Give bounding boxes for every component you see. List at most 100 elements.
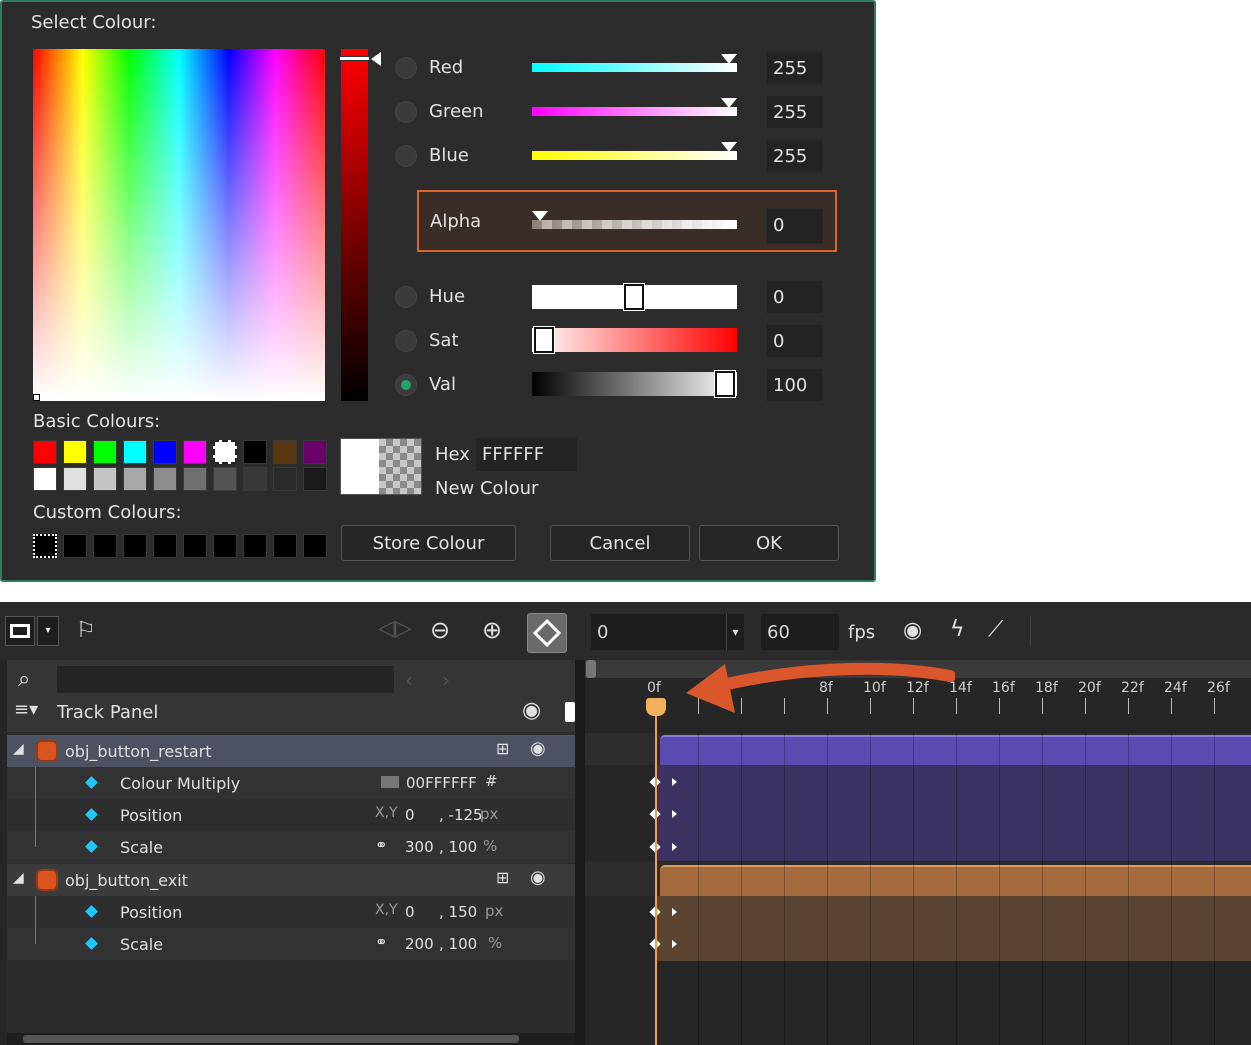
basic-colour-swatch[interactable] [63, 467, 87, 491]
basic-colour-swatch[interactable] [183, 440, 207, 464]
add-track-icon[interactable]: ⊞ [496, 868, 509, 887]
saturation-hue-field[interactable] [33, 49, 325, 401]
custom-colour-swatch[interactable] [63, 534, 87, 558]
remove-keyframe-icon[interactable]: ⊖ [430, 618, 450, 642]
radio-sat[interactable] [395, 330, 417, 352]
property-value-y[interactable]: , 150 [439, 903, 477, 921]
custom-colour-swatch[interactable] [303, 534, 327, 558]
property-value-x[interactable]: 0 [405, 903, 415, 921]
add-track-icon[interactable]: ⊞ [496, 739, 509, 758]
property-value-x[interactable]: 300 [405, 838, 434, 856]
radio-val[interactable] [395, 374, 417, 396]
curve-editor-icon[interactable]: ⟋ [988, 619, 1003, 641]
value-strip-handle[interactable] [339, 56, 370, 61]
property-value-y[interactable]: , -125 [439, 806, 483, 824]
input-alpha[interactable]: 0 [766, 208, 823, 244]
basic-colour-swatch[interactable] [303, 467, 327, 491]
property-row-scale[interactable]: Scale ⚭ 200 , 100 % [7, 928, 575, 960]
property-value-y[interactable]: , 100 [439, 935, 477, 953]
input-blue[interactable]: 255 [766, 139, 823, 173]
view-mode-dropdown-icon[interactable]: ▾ [37, 616, 59, 646]
input-red[interactable]: 255 [766, 51, 823, 85]
basic-colour-swatch[interactable] [273, 440, 297, 464]
sv-field-marker[interactable] [33, 394, 40, 401]
basic-colour-swatch[interactable] [213, 440, 237, 464]
store-colour-button[interactable]: Store Colour [341, 525, 516, 561]
input-sat[interactable]: 0 [766, 324, 823, 358]
property-row-colour-multiply[interactable]: Colour Multiply 00FFFFFF # [7, 767, 575, 799]
custom-colour-swatch[interactable] [183, 534, 207, 558]
input-hue[interactable]: 0 [766, 280, 823, 314]
custom-colour-swatch[interactable] [93, 534, 117, 558]
link-icon[interactable]: ⚭ [375, 836, 388, 854]
collapse-toggle-icon[interactable]: ◢ [13, 741, 24, 757]
input-val[interactable]: 100 [766, 368, 823, 402]
basic-colour-swatch[interactable] [183, 467, 207, 491]
basic-colour-swatch[interactable] [243, 467, 267, 491]
fps-input[interactable]: 60 [761, 614, 839, 650]
value-strip[interactable] [341, 49, 368, 401]
radio-blue[interactable] [395, 145, 417, 167]
basic-colour-swatch[interactable] [153, 467, 177, 491]
property-row-position[interactable]: Position X,Y 0 , -125 px [7, 799, 575, 831]
slider-red[interactable] [532, 63, 737, 72]
slider-blue[interactable] [532, 151, 737, 160]
basic-colour-swatch[interactable] [93, 467, 117, 491]
custom-colour-swatch[interactable] [123, 534, 147, 558]
track-row-obj-button-exit[interactable]: ◢ obj_button_exit ⊞ ◉ [7, 864, 575, 896]
lock-icon[interactable] [565, 702, 575, 722]
slider-green[interactable] [532, 107, 737, 116]
radio-red[interactable] [395, 57, 417, 79]
basic-colour-swatch[interactable] [243, 440, 267, 464]
add-keyframe-icon[interactable]: ⊕ [482, 618, 502, 642]
custom-colour-swatch[interactable] [33, 534, 57, 558]
basic-colour-swatch[interactable] [93, 440, 117, 464]
property-value-y[interactable]: , 100 [439, 838, 477, 856]
basic-colour-swatch[interactable] [63, 440, 87, 464]
link-icon[interactable]: ⚭ [375, 933, 388, 951]
prev-keyframe-icon[interactable]: ◁▷ [378, 618, 412, 640]
custom-colour-swatch[interactable] [213, 534, 237, 558]
collapse-toggle-icon[interactable]: ◢ [13, 870, 24, 886]
slider-alpha-handle[interactable] [532, 211, 548, 221]
slider-sat[interactable] [532, 328, 737, 352]
playhead-handle[interactable] [646, 698, 666, 716]
custom-colour-swatch[interactable] [243, 534, 267, 558]
track-row-obj-button-restart[interactable]: ◢ obj_button_restart ⊞ ◉ [7, 735, 575, 767]
track-search-input[interactable] [57, 666, 394, 693]
view-mode-button[interactable] [5, 616, 35, 646]
broadcast-icon[interactable]: ◉ [903, 620, 922, 642]
lightning-icon[interactable]: ϟ [950, 619, 965, 641]
ok-button[interactable]: OK [699, 525, 839, 561]
basic-colour-swatch[interactable] [303, 440, 327, 464]
slider-blue-handle[interactable] [721, 142, 737, 152]
scrollbar-thumb[interactable] [23, 1035, 519, 1043]
frame-input[interactable]: 0 [591, 614, 726, 650]
flag-icon[interactable]: ⚐ [76, 620, 96, 642]
panel-splitter[interactable] [575, 660, 585, 1045]
track-horizontal-scrollbar[interactable] [7, 1033, 575, 1045]
basic-colour-swatch[interactable] [123, 440, 147, 464]
property-row-scale[interactable]: Scale ⚭ 300 , 100 % [7, 831, 575, 863]
basic-colour-swatch[interactable] [33, 467, 57, 491]
slider-alpha[interactable] [532, 220, 737, 229]
search-next-icon[interactable]: › [442, 670, 450, 690]
slider-val[interactable] [532, 372, 737, 396]
property-value-x[interactable]: 200 [405, 935, 434, 953]
slider-hue-handle[interactable] [624, 284, 644, 310]
sort-filter-icon[interactable]: ≡▾ [14, 701, 38, 719]
auto-key-toggle[interactable] [527, 613, 567, 653]
search-prev-icon[interactable]: ‹ [405, 670, 413, 690]
slider-sat-handle[interactable] [534, 327, 554, 353]
slider-green-handle[interactable] [721, 98, 737, 108]
slider-val-handle[interactable] [715, 371, 735, 397]
basic-colour-swatch[interactable] [213, 467, 237, 491]
property-value-x[interactable]: 0 [405, 806, 415, 824]
frame-dropdown-icon[interactable]: ▾ [726, 614, 744, 650]
colour-swatch-icon[interactable] [381, 776, 399, 788]
basic-colour-swatch[interactable] [153, 440, 177, 464]
custom-colour-swatch[interactable] [273, 534, 297, 558]
custom-colour-swatch[interactable] [153, 534, 177, 558]
basic-colour-swatch[interactable] [273, 467, 297, 491]
slider-red-handle[interactable] [721, 54, 737, 64]
